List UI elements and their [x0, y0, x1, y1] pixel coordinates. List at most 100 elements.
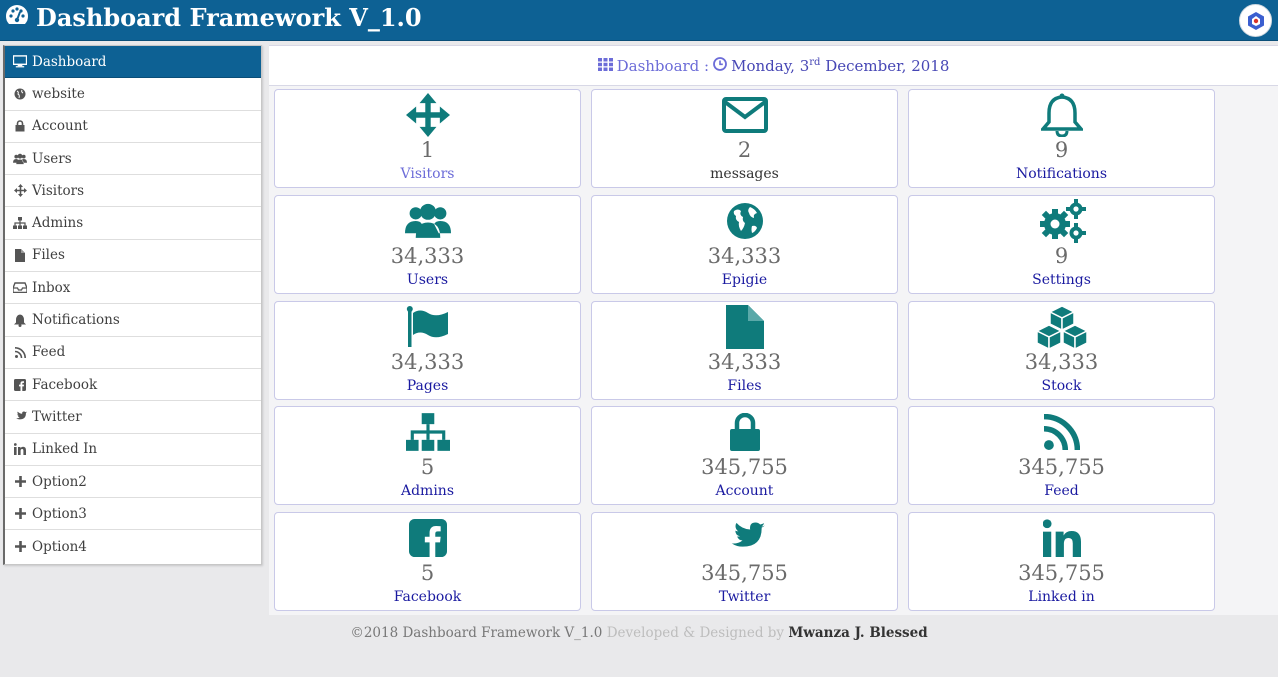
stat-card-epigie[interactable]: 34,333 Epigie: [591, 195, 898, 294]
stat-value: 34,333: [1024, 350, 1099, 374]
globe-icon: [13, 87, 27, 101]
sidebar-item-label: Inbox: [32, 279, 71, 296]
sidebar-item-website[interactable]: website: [5, 78, 261, 111]
dashboard-gauge-icon: [4, 3, 30, 31]
brand[interactable]: Dashboard Framework V_1.0: [4, 2, 422, 32]
footer-credit-text: Developed & Designed by: [606, 625, 785, 641]
flag-icon: [275, 304, 580, 350]
stat-card-visitors[interactable]: 1 Visitors: [274, 89, 581, 188]
stat-card-files[interactable]: 34,333 Files: [591, 301, 898, 400]
sidebar-item-label: Option4: [32, 538, 87, 555]
stat-card-admins[interactable]: 5 Admins: [274, 406, 581, 505]
sidebar-item-label: Admins: [32, 215, 84, 232]
sidebar-item-twitter[interactable]: Twitter: [5, 401, 261, 434]
stat-card-account[interactable]: 345,755 Account: [591, 406, 898, 505]
sidebar-item-facebook[interactable]: Facebook: [5, 369, 261, 402]
sidebar-item-label: Files: [32, 247, 65, 264]
twitter-icon: [592, 515, 897, 561]
stat-card-notifications[interactable]: 9 Notifications: [908, 89, 1215, 188]
stat-label: messages: [710, 166, 779, 182]
inbox-icon: [13, 281, 27, 295]
stat-value: 5: [420, 561, 435, 585]
twitter-icon: [13, 410, 27, 424]
move-arrows-icon: [275, 92, 580, 138]
stat-label: Users: [406, 272, 449, 288]
app-title: Dashboard Framework V_1.0: [36, 2, 422, 32]
stat-label: Pages: [406, 378, 449, 394]
stat-label: Visitors: [400, 166, 455, 182]
stat-card-users[interactable]: 34,333 Users: [274, 195, 581, 294]
sidebar-item-label: Option3: [32, 505, 87, 522]
lock-icon: [592, 409, 897, 455]
grid-icon: [597, 57, 613, 75]
sidebar-item-visitors[interactable]: Visitors: [5, 175, 261, 208]
sidebar-item-label: Dashboard: [32, 53, 107, 70]
stat-card-facebook[interactable]: 5 Facebook: [274, 512, 581, 611]
cubes-icon: [909, 304, 1214, 350]
sidebar-item-inbox[interactable]: Inbox: [5, 272, 261, 305]
sidebar-item-label: Notifications: [32, 312, 120, 329]
plus-icon: [13, 475, 27, 489]
envelope-icon: [592, 92, 897, 138]
stat-card-linkedin[interactable]: 345,755 Linked in: [908, 512, 1215, 611]
sidebar-item-feed[interactable]: Feed: [5, 337, 261, 369]
stat-value: 34,333: [707, 350, 782, 374]
main-content: Dashboard : Monday, 3rd December, 2018 1…: [269, 45, 1278, 615]
stat-value: 345,755: [701, 455, 788, 479]
sitemap-icon: [275, 409, 580, 455]
stat-value: 34,333: [390, 350, 465, 374]
stat-card-settings[interactable]: 9 Settings: [908, 195, 1215, 294]
facebook-icon: [13, 378, 27, 392]
sidebar-item-option2[interactable]: Option2: [5, 466, 261, 499]
bell-icon: [909, 92, 1214, 138]
stat-value: 5: [420, 455, 435, 479]
stat-label: Feed: [1044, 483, 1079, 499]
stat-card-feed[interactable]: 345,755 Feed: [908, 406, 1215, 505]
stat-label: Stock: [1041, 378, 1082, 394]
sidebar-item-label: Feed: [32, 344, 66, 361]
stat-value: 1: [420, 138, 435, 162]
top-navbar: Dashboard Framework V_1.0: [0, 0, 1278, 41]
globe-icon: [592, 198, 897, 244]
sidebar-item-option4[interactable]: Option4: [5, 530, 261, 562]
clock-icon: [713, 56, 728, 75]
stat-label: Linked in: [1028, 589, 1095, 605]
sidebar-item-dashboard[interactable]: Dashboard: [5, 46, 261, 79]
stat-card-stock[interactable]: 34,333 Stock: [908, 301, 1215, 400]
move-arrows-icon: [13, 184, 27, 198]
date-suffix: rd: [809, 56, 821, 68]
stat-label: Settings: [1032, 272, 1091, 288]
footer-author: Mwanza J. Blessed: [788, 625, 928, 641]
sidebar-item-option3[interactable]: Option3: [5, 498, 261, 531]
file-icon: [592, 304, 897, 350]
stat-card-twitter[interactable]: 345,755 Twitter: [591, 512, 898, 611]
lock-icon: [13, 119, 27, 133]
stat-card-messages[interactable]: 2 messages: [591, 89, 898, 188]
file-icon: [13, 248, 27, 262]
date-bar-prefix: Dashboard :: [616, 56, 710, 75]
sidebar-item-admins[interactable]: Admins: [5, 207, 261, 240]
app-logo-icon[interactable]: [1239, 4, 1272, 37]
date-month-year: December, 2018: [825, 56, 950, 75]
stat-label: Notifications: [1015, 166, 1108, 182]
date-day: Monday, 3: [731, 56, 810, 75]
sidebar-item-label: Linked In: [32, 441, 98, 458]
gears-icon: [909, 198, 1214, 244]
sidebar-item-notifications[interactable]: Notifications: [5, 304, 261, 337]
footer-copyright: ©2018 Dashboard Framework V_1.0: [350, 625, 603, 641]
sidebar-item-files[interactable]: Files: [5, 240, 261, 273]
sidebar-item-account[interactable]: Account: [5, 111, 261, 143]
plus-icon: [13, 540, 27, 554]
stat-label: Facebook: [393, 589, 462, 605]
rss-icon: [13, 345, 27, 359]
linkedin-icon: [13, 442, 27, 456]
sidebar-item-users[interactable]: Users: [5, 143, 261, 176]
stat-card-pages[interactable]: 34,333 Pages: [274, 301, 581, 400]
users-icon: [275, 198, 580, 244]
sidebar-item-label: Option2: [32, 473, 87, 490]
sidebar-item-linkedin[interactable]: Linked In: [5, 434, 261, 466]
stat-value: 2: [737, 138, 752, 162]
sitemap-icon: [13, 216, 27, 230]
sidebar-item-label: Account: [32, 118, 88, 135]
bell-icon: [13, 313, 27, 327]
